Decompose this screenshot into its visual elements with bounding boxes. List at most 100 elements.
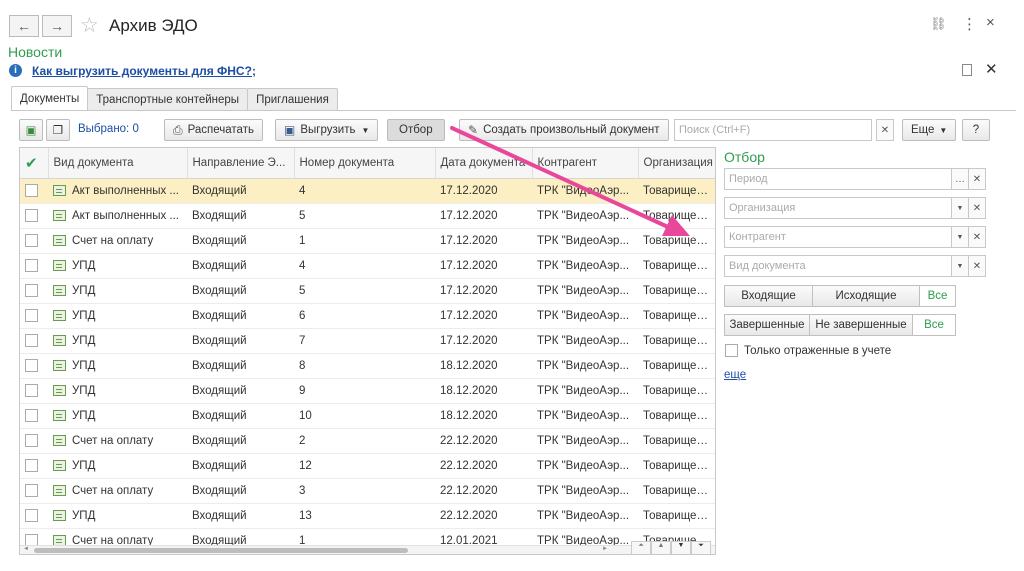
- table-row[interactable]: Счет на оплату Входящий 1 17.12.2020 ТРК "Ви…: [20, 228, 715, 254]
- table-row[interactable]: УПД Входящий 7 17.12.2020 ТРК "ВидеоАэр... То…: [20, 328, 715, 354]
- row-checkbox[interactable]: [25, 384, 38, 397]
- cell-doc-date: 18.12.2020: [435, 378, 532, 404]
- create-document-button[interactable]: ✎ Создать произвольный документ: [459, 119, 669, 141]
- period-select-button[interactable]: …: [951, 168, 969, 190]
- period-placeholder: Период: [729, 173, 768, 185]
- tab-documents[interactable]: Документы: [11, 86, 89, 110]
- first-row-icon[interactable]: ⏶: [631, 541, 651, 554]
- counterparty-dropdown-button[interactable]: ▼: [951, 226, 969, 248]
- column-header-doc-type[interactable]: Вид документа: [48, 148, 188, 179]
- state-all-button[interactable]: Все: [912, 314, 956, 336]
- print-button[interactable]: ⎙ Распечатать: [164, 119, 263, 141]
- table-row[interactable]: УПД Входящий 4 17.12.2020 ТРК "ВидеоАэр... То…: [20, 253, 715, 279]
- table-row[interactable]: Счет на оплату Входящий 3 22.12.2020 ТРК "Ви…: [20, 478, 715, 504]
- row-checkbox[interactable]: [25, 234, 38, 247]
- row-checkbox[interactable]: [25, 334, 38, 347]
- select-all-button[interactable]: ▣: [19, 119, 43, 141]
- column-header-doc-date[interactable]: Дата документа: [435, 148, 533, 179]
- counterparty-field[interactable]: Контрагент: [724, 226, 952, 248]
- help-button[interactable]: ?: [962, 119, 990, 141]
- table-row[interactable]: УПД Входящий 13 22.12.2020 ТРК "ВидеоАэр... Т…: [20, 503, 715, 529]
- more-filters-link[interactable]: еще: [724, 369, 746, 381]
- row-checkbox[interactable]: [25, 209, 38, 222]
- tab-invitations[interactable]: Приглашения: [247, 88, 338, 110]
- cell-doc-type: УПД: [48, 353, 187, 379]
- cell-doc-number: 5: [294, 203, 435, 229]
- close-news-icon[interactable]: ✕: [985, 60, 998, 78]
- row-checkbox[interactable]: [25, 359, 38, 372]
- search-input[interactable]: Поиск (Ctrl+F): [674, 119, 872, 141]
- column-header-organization[interactable]: Организация: [638, 148, 715, 179]
- tab-transport-containers[interactable]: Транспортные контейнеры: [87, 88, 249, 110]
- doc-type-clear-button[interactable]: ✕: [968, 255, 986, 277]
- document-icon: [53, 384, 66, 396]
- table-row[interactable]: УПД Входящий 12 22.12.2020 ТРК "ВидеоАэр... Т…: [20, 453, 715, 479]
- direction-all-button[interactable]: Все: [919, 285, 956, 307]
- favorite-star-icon[interactable]: ☆: [80, 13, 99, 38]
- state-completed-button[interactable]: Завершенные: [724, 314, 810, 336]
- scrollbar-thumb[interactable]: [34, 548, 408, 553]
- filter-label: Отбор: [399, 124, 433, 136]
- cell-doc-number: 1: [294, 228, 435, 254]
- table-row[interactable]: Акт выполненных ... Входящий 4 17.12.2020 ТР…: [20, 178, 715, 204]
- row-checkbox[interactable]: [25, 409, 38, 422]
- forward-button[interactable]: →: [42, 15, 72, 37]
- only-reflected-option[interactable]: Только отраженные в учете: [725, 344, 891, 357]
- link-icon[interactable]: ⛓: [930, 16, 947, 32]
- cell-direction: Входящий: [187, 353, 294, 379]
- cell-doc-number: 8: [294, 353, 435, 379]
- counterparty-clear-button[interactable]: ✕: [968, 226, 986, 248]
- row-checkbox[interactable]: [25, 484, 38, 497]
- document-icon[interactable]: [962, 64, 972, 76]
- table-row[interactable]: УПД Входящий 9 18.12.2020 ТРК "ВидеоАэр... То…: [20, 378, 715, 404]
- scroll-left-icon[interactable]: ◄: [23, 546, 29, 552]
- period-field[interactable]: Период: [724, 168, 952, 190]
- filter-toggle-button[interactable]: Отбор: [387, 119, 445, 141]
- unselect-button[interactable]: ❐: [46, 119, 70, 141]
- row-checkbox[interactable]: [25, 184, 38, 197]
- table-row[interactable]: Акт выполненных ... Входящий 5 17.12.2020 ТР…: [20, 203, 715, 229]
- next-row-icon[interactable]: ▼: [671, 541, 691, 554]
- cell-counterparty: ТРК "ВидеоАэр...: [532, 253, 638, 279]
- row-checkbox[interactable]: [25, 259, 38, 272]
- table-row[interactable]: УПД Входящий 8 18.12.2020 ТРК "ВидеоАэр... То…: [20, 353, 715, 379]
- table-row[interactable]: УПД Входящий 6 17.12.2020 ТРК "ВидеоАэр... То…: [20, 303, 715, 329]
- row-checkbox[interactable]: [25, 509, 38, 522]
- row-checkbox[interactable]: [25, 459, 38, 472]
- doc-type-field[interactable]: Вид документа: [724, 255, 952, 277]
- period-clear-button[interactable]: ✕: [968, 168, 986, 190]
- more-button[interactable]: Еще ▼: [902, 119, 957, 141]
- row-checkbox[interactable]: [25, 434, 38, 447]
- only-reflected-label: Только отраженные в учете: [744, 344, 892, 357]
- table-row[interactable]: УПД Входящий 5 17.12.2020 ТРК "ВидеоАэр... То…: [20, 278, 715, 304]
- direction-outgoing-button[interactable]: Исходящие: [812, 285, 920, 307]
- state-not-completed-button[interactable]: Не завершенные: [809, 314, 913, 336]
- last-row-icon[interactable]: ⏷: [691, 541, 711, 554]
- table-row[interactable]: Счет на оплату Входящий 2 22.12.2020 ТРК "Ви…: [20, 428, 715, 454]
- horizontal-scrollbar[interactable]: ◄ ►: [20, 545, 715, 554]
- row-checkbox[interactable]: [25, 309, 38, 322]
- direction-incoming-button[interactable]: Входящие: [724, 285, 813, 307]
- only-reflected-checkbox[interactable]: [725, 344, 738, 357]
- search-clear-button[interactable]: ✕: [876, 119, 894, 141]
- more-menu-icon[interactable]: ⋮: [962, 15, 977, 33]
- row-checkbox[interactable]: [25, 284, 38, 297]
- document-icon: [53, 409, 66, 421]
- column-header-direction[interactable]: Направление Э...: [187, 148, 295, 179]
- doc-type-dropdown-button[interactable]: ▼: [951, 255, 969, 277]
- close-window-icon[interactable]: ×: [986, 14, 995, 31]
- check-column-header[interactable]: ✔: [20, 148, 49, 179]
- tab-divider: [11, 110, 1016, 111]
- table-row[interactable]: УПД Входящий 10 18.12.2020 ТРК "ВидеоАэр... Т…: [20, 403, 715, 429]
- column-header-counterparty[interactable]: Контрагент: [532, 148, 639, 179]
- organization-clear-button[interactable]: ✕: [968, 197, 986, 219]
- column-header-doc-number[interactable]: Номер документа: [294, 148, 436, 179]
- organization-dropdown-button[interactable]: ▼: [951, 197, 969, 219]
- document-icon: [53, 184, 66, 196]
- back-button[interactable]: ←: [9, 15, 39, 37]
- export-button[interactable]: ▣ Выгрузить ▼: [275, 119, 379, 141]
- prev-row-icon[interactable]: ▲: [651, 541, 671, 554]
- organization-field[interactable]: Организация: [724, 197, 952, 219]
- scroll-right-icon[interactable]: ►: [602, 546, 608, 552]
- news-link[interactable]: Как выгрузить документы для ФНС?: [32, 64, 252, 78]
